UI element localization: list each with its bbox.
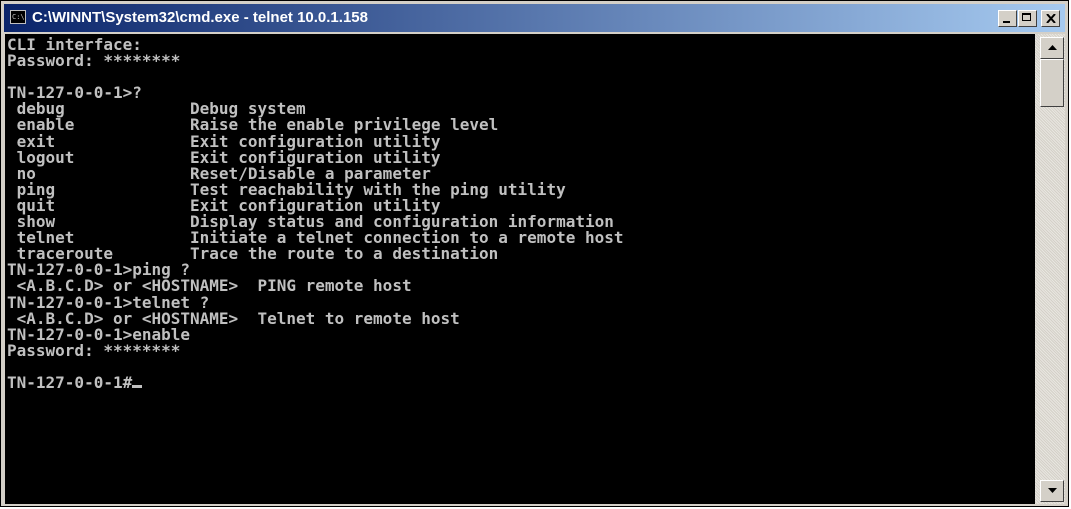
arrow-up-icon: [1048, 45, 1057, 50]
close-icon: [1046, 14, 1056, 23]
console-text: CLI interface: Password: ******** TN-127…: [5, 34, 1035, 391]
console-line: Password: ********: [7, 340, 181, 360]
scroll-down-button[interactable]: [1040, 480, 1064, 502]
console-output[interactable]: CLI interface: Password: ******** TN-127…: [5, 34, 1035, 504]
console-line: Password: ********: [7, 51, 181, 71]
close-button[interactable]: [1041, 10, 1060, 27]
telnet-console-window: C:\ C:\WINNT\System32\cmd.exe - telnet 1…: [0, 0, 1069, 507]
title-bar[interactable]: C:\ C:\WINNT\System32\cmd.exe - telnet 1…: [4, 4, 1065, 32]
minimize-button[interactable]: [998, 10, 1017, 27]
vertical-scrollbar[interactable]: [1035, 34, 1065, 504]
console-icon[interactable]: C:\: [10, 10, 26, 24]
scrollbar-thumb[interactable]: [1040, 59, 1064, 107]
arrow-down-icon: [1048, 488, 1057, 493]
scroll-up-button[interactable]: [1040, 37, 1064, 59]
text-cursor: [132, 384, 143, 388]
maximize-button[interactable]: [1018, 10, 1037, 27]
window-title: C:\WINNT\System32\cmd.exe - telnet 10.0.…: [32, 9, 368, 26]
console-line: TN-127-0-0-1#: [7, 372, 133, 392]
